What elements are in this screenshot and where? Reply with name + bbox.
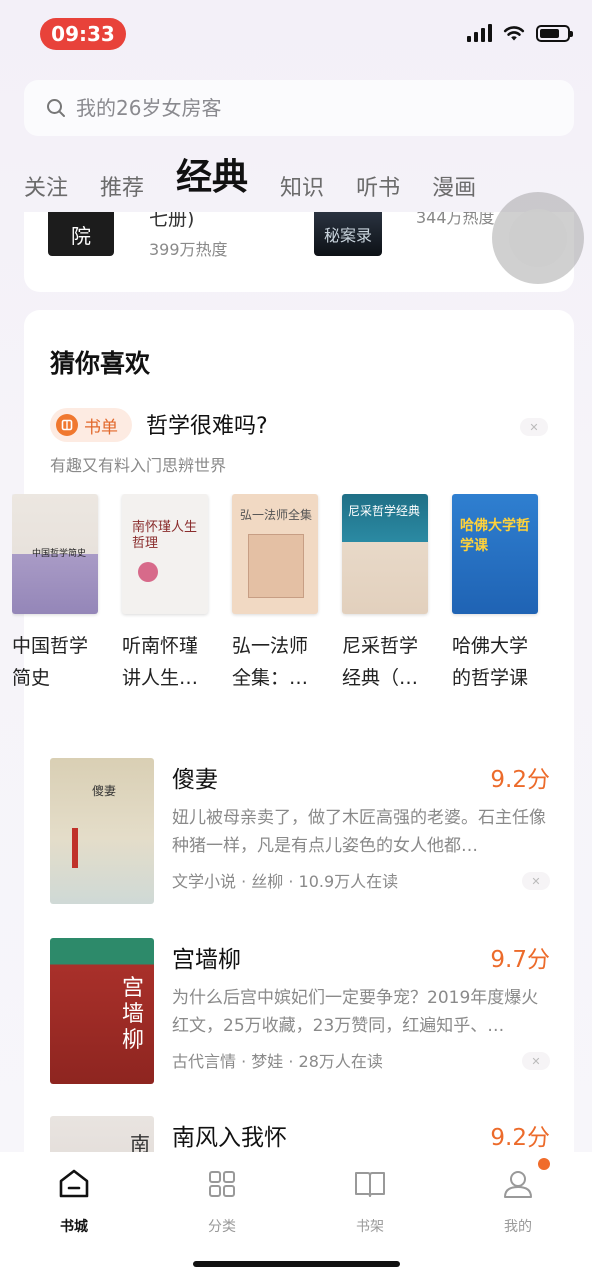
- section-title: 猜你喜欢: [50, 349, 151, 378]
- book-cover: 傻妻: [50, 758, 154, 904]
- battery-icon: [536, 24, 573, 42]
- nav-bookstore[interactable]: 书城: [0, 1152, 148, 1280]
- dismiss-icon[interactable]: ✕: [522, 1052, 550, 1070]
- wifi-icon: [503, 26, 525, 41]
- booklist-carousel[interactable]: 中国哲学简史 中国哲学简史 南怀瑾人生哲理 听南怀瑾讲人生… 弘一法师全集 弘一…: [12, 494, 586, 704]
- dismiss-icon[interactable]: ✕: [520, 418, 548, 436]
- carousel-book-title: 弘一法师全集：…: [232, 635, 309, 689]
- tab-recommend[interactable]: 推荐: [100, 170, 144, 216]
- cover-text: 弘一法师全集: [240, 508, 313, 522]
- carousel-book[interactable]: 南怀瑾人生哲理 听南怀瑾讲人生…: [122, 494, 208, 694]
- nav-label: 分类: [208, 1219, 236, 1235]
- book-cover: 弘一法师全集: [232, 494, 318, 614]
- home-icon: [54, 1164, 94, 1204]
- cover-text: 中国哲学简史: [32, 549, 87, 559]
- book-icon: [350, 1164, 390, 1204]
- status-bar: 09:33: [0, 0, 592, 70]
- booklist-title[interactable]: 哲学很难吗?: [146, 408, 268, 440]
- carousel-book-title: 尼采哲学经典（…: [342, 635, 419, 689]
- status-time: 09:33: [40, 18, 126, 50]
- search-icon: [47, 99, 65, 117]
- top-tabs: 关注 推荐 经典 知识 听书 漫画: [24, 156, 508, 216]
- nav-label: 书城: [60, 1219, 88, 1235]
- book-score: 9.2分: [490, 1125, 550, 1151]
- book-heat: 399万热度: [149, 240, 228, 259]
- booklist-badge: 书单: [50, 408, 132, 442]
- tab-follow[interactable]: 关注: [24, 170, 68, 216]
- carousel-book[interactable]: 哈佛大学哲学课 哈佛大学的哲学课: [452, 494, 538, 694]
- tab-knowledge[interactable]: 知识: [280, 170, 324, 216]
- booklist-subtitle: 有趣又有料入门思辨世界: [50, 456, 227, 475]
- carousel-book[interactable]: 弘一法师全集 弘一法师全集：…: [232, 494, 318, 694]
- cover-text: 傻妻: [92, 784, 117, 798]
- tab-classic[interactable]: 经典: [176, 148, 248, 216]
- book-cover[interactable]: 秘案录: [314, 212, 382, 256]
- book-heat: 344万热度: [416, 212, 495, 227]
- carousel-book-title: 中国哲学简史: [12, 635, 89, 689]
- floating-assistive-button[interactable]: [492, 192, 584, 284]
- status-icons: [467, 24, 573, 42]
- carousel-book-title: 听南怀瑾讲人生…: [122, 635, 199, 689]
- book-score: 9.7分: [490, 947, 550, 973]
- booklist-icon: [56, 414, 78, 436]
- book-cover: 尼采哲学经典: [342, 494, 428, 614]
- book-score: 9.2分: [490, 767, 550, 793]
- book-title[interactable]: 七册): [149, 212, 194, 231]
- dismiss-icon[interactable]: ✕: [522, 872, 550, 890]
- home-indicator: [193, 1261, 400, 1267]
- book-list-item[interactable]: 傻妻 傻妻 9.2分 妞儿被母亲卖了，做了木匠高强的老婆。石主任像种猪一样，凡是…: [50, 758, 550, 904]
- book-title: 宫墙柳: [172, 947, 241, 973]
- book-cover: 哈佛大学哲学课: [452, 494, 538, 614]
- nav-mine[interactable]: 我的: [444, 1152, 592, 1280]
- cover-text: 哈佛大学哲学课: [460, 518, 530, 554]
- nav-label: 我的: [504, 1219, 532, 1235]
- user-icon: [498, 1164, 538, 1204]
- previous-section-card: 院 七册) 399万热度 秘案录 344万热度: [24, 212, 574, 292]
- book-title: 南风入我怀: [172, 1125, 287, 1151]
- booklist-badge-label: 书单: [84, 417, 118, 438]
- notification-dot: [538, 1158, 550, 1170]
- book-description: 为什么后宫中嫔妃们一定要争宠？2019年度爆火红文，25万收藏，23万赞同，红遍…: [172, 988, 539, 1036]
- carousel-book[interactable]: 尼采哲学经典 尼采哲学经典（…: [342, 494, 428, 694]
- book-meta: 古代言情 · 梦娃 · 28万人在读: [172, 1052, 383, 1071]
- book-cover: 中国哲学简史: [12, 494, 98, 614]
- cover-text: 南怀瑾人生哲理: [132, 520, 198, 551]
- book-description: 妞儿被母亲卖了，做了木匠高强的老婆。石主任像种猪一样，凡是有点儿姿色的女人他都…: [172, 808, 546, 856]
- book-cover[interactable]: 院: [48, 212, 114, 256]
- cover-text: 院: [71, 223, 91, 248]
- cover-text: 宫墙柳: [122, 976, 145, 1053]
- carousel-book[interactable]: 中国哲学简史 中国哲学简史: [12, 494, 98, 694]
- carousel-book-title: 哈佛大学的哲学课: [452, 635, 529, 689]
- nav-label: 书架: [356, 1219, 384, 1235]
- grid-icon: [202, 1164, 242, 1204]
- cellular-signal-icon: [467, 24, 492, 42]
- book-cover: 南怀瑾人生哲理: [122, 494, 208, 614]
- cover-text: 尼采哲学经典: [348, 504, 421, 518]
- book-meta: 文学小说 · 丝柳 · 10.9万人在读: [172, 872, 399, 891]
- book-list-item[interactable]: 宫墙柳 宫墙柳 9.7分 为什么后宫中嫔妃们一定要争宠？2019年度爆火红文，2…: [50, 938, 550, 1084]
- guess-you-like-card: 猜你喜欢 书单 哲学很难吗? ✕ 有趣又有料入门思辨世界 中国哲学简史 中国哲学…: [12, 310, 574, 1262]
- book-title: 傻妻: [172, 767, 218, 793]
- search-input[interactable]: [76, 96, 516, 120]
- tab-comic[interactable]: 漫画: [432, 170, 476, 216]
- book-cover: 宫墙柳: [50, 938, 154, 1084]
- cover-text: 秘案录: [323, 226, 372, 245]
- tab-audiobook[interactable]: 听书: [356, 170, 400, 216]
- search-bar[interactable]: [24, 80, 574, 136]
